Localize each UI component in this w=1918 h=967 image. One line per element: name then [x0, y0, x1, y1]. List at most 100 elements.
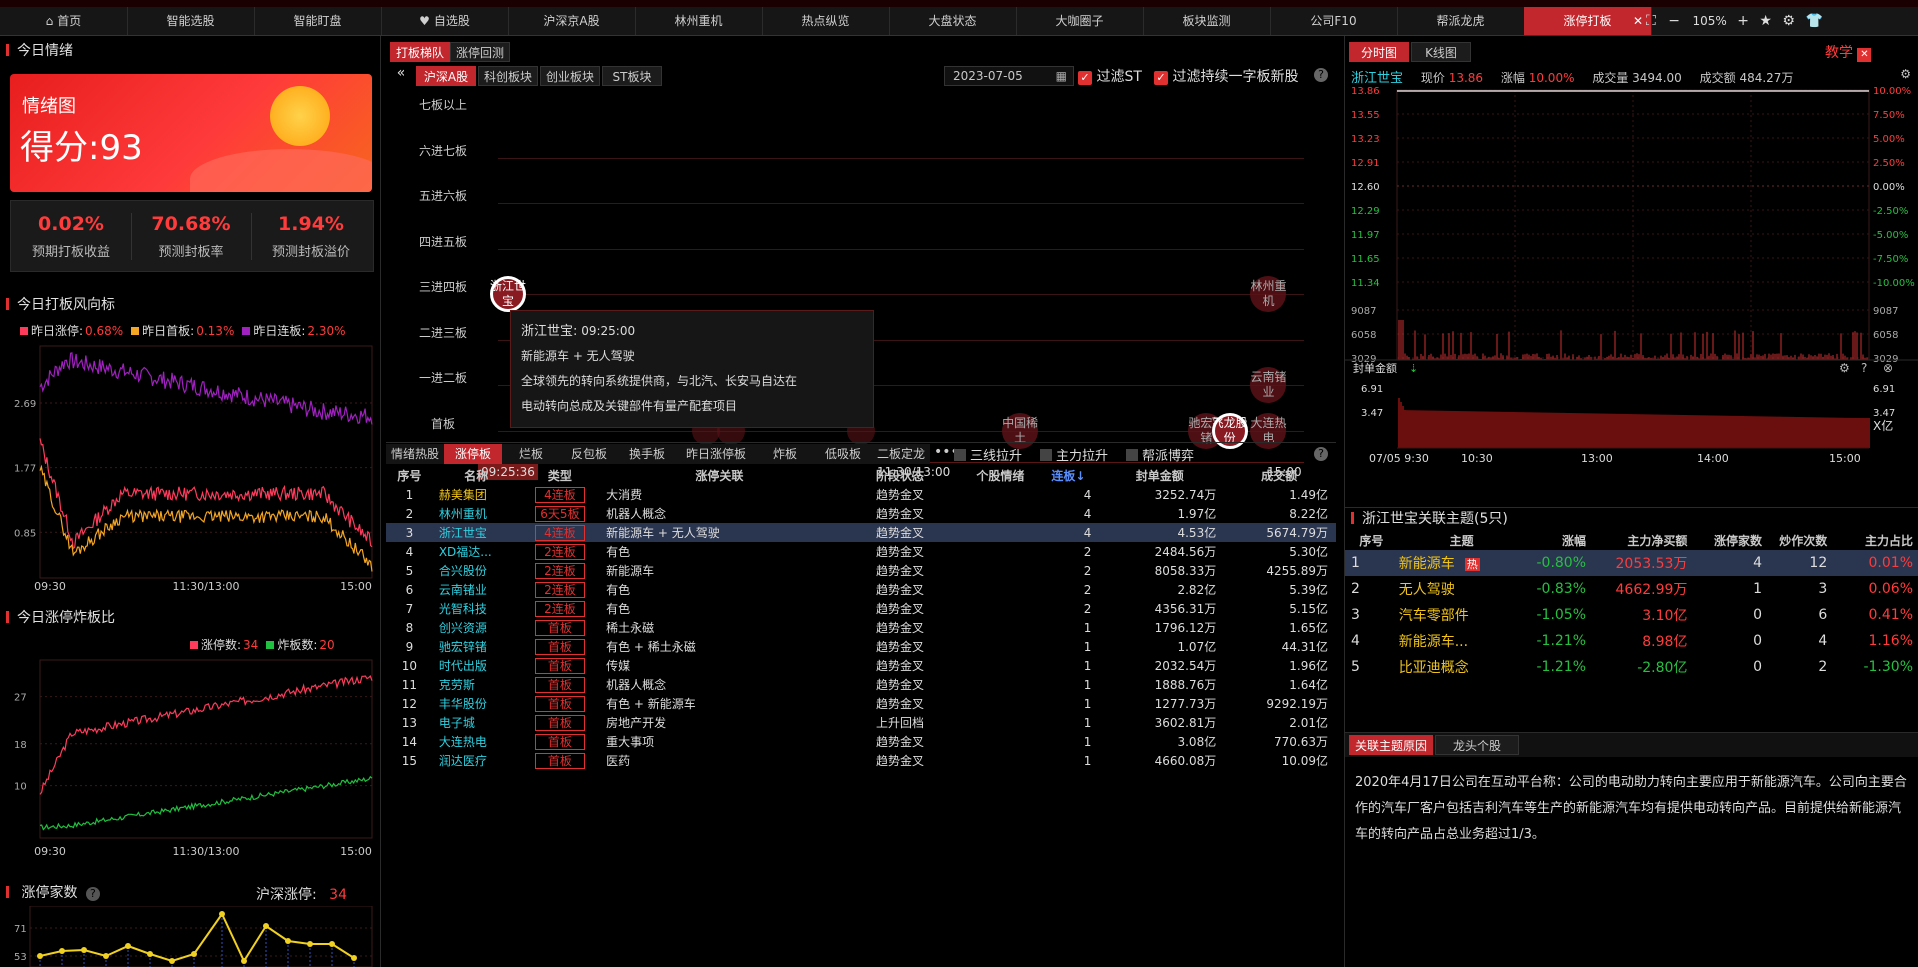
data-point[interactable]: [351, 955, 357, 961]
theme-header[interactable]: 主力占比: [1833, 531, 1918, 550]
table-row[interactable]: 7 光智科技 2连板 有色 趋势金叉 2 4356.31万 5.15亿: [386, 599, 1336, 618]
help-icon[interactable]: ?: [1861, 361, 1867, 375]
help-icon[interactable]: ?: [85, 887, 100, 901]
list-tab-3[interactable]: 反包板: [560, 444, 618, 464]
nav-tab-6[interactable]: 热点纵览: [762, 7, 890, 35]
right-tab-1[interactable]: K线图: [1411, 42, 1471, 62]
theme-row[interactable]: 1 新能源车热 -0.80% 2053.53万 4 12 0.01%: [1345, 550, 1918, 576]
help-icon[interactable]: ?: [1314, 447, 1328, 461]
table-row[interactable]: 11 克劳斯 首板 机器人概念 趋势金叉 1 1888.76万 1.64亿: [386, 675, 1336, 694]
filter-yizi[interactable]: ✓ 过滤持续一字板新股: [1154, 66, 1298, 86]
checkbox-checked-icon[interactable]: ✓: [1154, 71, 1168, 85]
nav-tab-7[interactable]: 大盘状态: [889, 7, 1017, 35]
data-point[interactable]: [307, 941, 313, 947]
theme-header[interactable]: 涨幅: [1525, 531, 1592, 550]
fullscreen-icon[interactable]: ⛶: [1646, 13, 1656, 29]
nav-tab-10[interactable]: 公司F10: [1270, 7, 1398, 35]
date-picker[interactable]: 2023-07-05 ▦: [944, 66, 1074, 86]
checkbox-icon[interactable]: [954, 449, 966, 461]
list-tab-2[interactable]: 烂板: [502, 444, 560, 464]
table-header[interactable]: 连板↓: [1039, 466, 1097, 485]
theme-header[interactable]: 序号: [1345, 531, 1393, 550]
table-row[interactable]: 3 浙江世宝 4连板 新能源车 + 无人驾驶 趋势金叉 4 4.53亿 5674.79万: [386, 523, 1336, 542]
market-tab-2[interactable]: 创业板块: [540, 66, 600, 86]
list-tab-1[interactable]: 涨停板: [444, 444, 502, 464]
theme-header[interactable]: 主力净买额: [1592, 531, 1693, 550]
zoom-out-icon[interactable]: −: [1668, 13, 1680, 29]
checkbox-icon[interactable]: [1040, 449, 1052, 461]
data-point[interactable]: [241, 958, 247, 964]
zoom-in-icon[interactable]: +: [1737, 13, 1749, 29]
theme-row[interactable]: 3 汽车零部件 -1.05% 3.10亿 0 6 0.41%: [1345, 602, 1918, 628]
theme-header[interactable]: 主题: [1393, 531, 1526, 550]
data-point[interactable]: [125, 943, 131, 949]
data-point[interactable]: [285, 938, 291, 944]
table-row[interactable]: 5 合兴股份 2连板 新能源车 趋势金叉 2 8058.33万 4255.89万: [386, 561, 1336, 580]
settings-icon[interactable]: ⚙: [1839, 361, 1850, 375]
market-tab-3[interactable]: ST板块: [602, 66, 662, 86]
theme-row[interactable]: 5 比亚迪概念 -1.21% -2.80亿 0 2 -1.30%: [1345, 654, 1918, 680]
reason-tab-1[interactable]: 龙头个股: [1435, 735, 1519, 755]
collapse-left-icon[interactable]: «: [390, 65, 412, 85]
data-point[interactable]: [81, 947, 87, 953]
table-row[interactable]: 10 时代出版 首板 传媒 趋势金叉 1 2032.54万 1.96亿: [386, 656, 1336, 675]
theme-row[interactable]: 4 新能源车... -1.21% 8.98亿 0 4 1.16%: [1345, 628, 1918, 654]
table-row[interactable]: 14 大连热电 首板 重大事项 趋势金叉 1 3.08亿 770.63万: [386, 732, 1336, 751]
data-point[interactable]: [147, 951, 153, 957]
theme-row[interactable]: 2 无人驾驶 -0.83% 4662.99万 1 3 0.06%: [1345, 576, 1918, 602]
nav-tab-8[interactable]: 大咖圈子: [1016, 7, 1144, 35]
star-icon[interactable]: ★: [1759, 13, 1772, 29]
table-header[interactable]: 阶段状态: [839, 466, 962, 485]
settings-icon[interactable]: ⚙: [1900, 67, 1911, 81]
checkbox-icon[interactable]: [1126, 449, 1138, 461]
nav-tab-4[interactable]: 沪深京A股: [508, 7, 636, 35]
table-row[interactable]: 6 云南锗业 2连板 有色 趋势金叉 2 2.82亿 5.39亿: [386, 580, 1336, 599]
close-icon[interactable]: ⊗: [1883, 361, 1893, 375]
market-tab-0[interactable]: 沪深A股: [416, 66, 476, 86]
table-header[interactable]: 涨停关联: [600, 466, 839, 485]
table-header[interactable]: 封单金额: [1097, 466, 1222, 485]
table-row[interactable]: 2 林州重机 6天5板 机器人概念 趋势金叉 4 1.97亿 8.22亿: [386, 504, 1336, 523]
nav-tab-2[interactable]: 智能盯盘: [254, 7, 382, 35]
list-tab-6[interactable]: 炸板: [756, 444, 814, 464]
table-header[interactable]: 类型: [520, 466, 600, 485]
help-icon[interactable]: ?: [1314, 68, 1328, 82]
data-point[interactable]: [59, 948, 65, 954]
table-row[interactable]: 13 电子城 首板 房地产开发 上升回档 1 3602.81万 2.01亿: [386, 713, 1336, 732]
data-point[interactable]: [169, 958, 175, 964]
theme-header[interactable]: 涨停家数: [1693, 531, 1768, 550]
list-tab-0[interactable]: 情绪热股: [386, 444, 444, 464]
data-point[interactable]: [103, 953, 109, 959]
data-point[interactable]: [191, 951, 197, 957]
mid-top-tab-0[interactable]: 打板梯队: [390, 42, 450, 62]
nav-tab-3[interactable]: ♥ 自选股: [381, 7, 509, 35]
checkbox-checked-icon[interactable]: ✓: [1078, 71, 1092, 85]
table-row[interactable]: 4 XD福达... 2连板 有色 趋势金叉 2 2484.56万 5.30亿: [386, 542, 1336, 561]
close-icon[interactable]: ✕: [1857, 48, 1872, 62]
nav-tab-9[interactable]: 板块监测: [1143, 7, 1271, 35]
list-tab-8[interactable]: 二板定龙: [872, 444, 930, 464]
table-row[interactable]: 12 丰华股份 首板 有色 + 新能源车 趋势金叉 1 1277.73万 9292.19万: [386, 694, 1336, 713]
nav-tab-0[interactable]: ⌂ 首页: [0, 7, 128, 35]
calendar-icon[interactable]: ▦: [1056, 67, 1067, 85]
settings-icon[interactable]: ⚙: [1782, 13, 1795, 29]
option-checkbox[interactable]: 主力拉升: [1040, 445, 1108, 464]
mid-top-tab-1[interactable]: 涨停回测: [450, 42, 510, 62]
table-row[interactable]: 1 赫美集团 4连板 大消费 趋势金叉 4 3252.74万 1.49亿: [386, 485, 1336, 504]
teach-link[interactable]: 教学 ✕: [1825, 42, 1872, 62]
option-checkbox[interactable]: 帮派博弈: [1126, 445, 1194, 464]
right-tab-0[interactable]: 分时图: [1349, 42, 1409, 62]
table-header[interactable]: 序号: [386, 466, 433, 485]
nav-tab-1[interactable]: 智能选股: [127, 7, 255, 35]
table-row[interactable]: 8 创兴资源 首板 稀土永磁 趋势金叉 1 1796.12万 1.65亿: [386, 618, 1336, 637]
table-header[interactable]: 成交额: [1222, 466, 1336, 485]
option-checkbox[interactable]: 三线拉升: [954, 445, 1022, 464]
skin-icon[interactable]: 👕: [1805, 13, 1822, 29]
table-header[interactable]: 名称: [433, 466, 520, 485]
nav-tab-12[interactable]: 涨停打板 ✕: [1524, 7, 1652, 35]
list-tab-7[interactable]: 低吸板: [814, 444, 872, 464]
list-tab-4[interactable]: 换手板: [618, 444, 676, 464]
data-point[interactable]: [329, 941, 335, 947]
data-point[interactable]: [219, 911, 225, 917]
market-tab-1[interactable]: 科创板块: [478, 66, 538, 86]
